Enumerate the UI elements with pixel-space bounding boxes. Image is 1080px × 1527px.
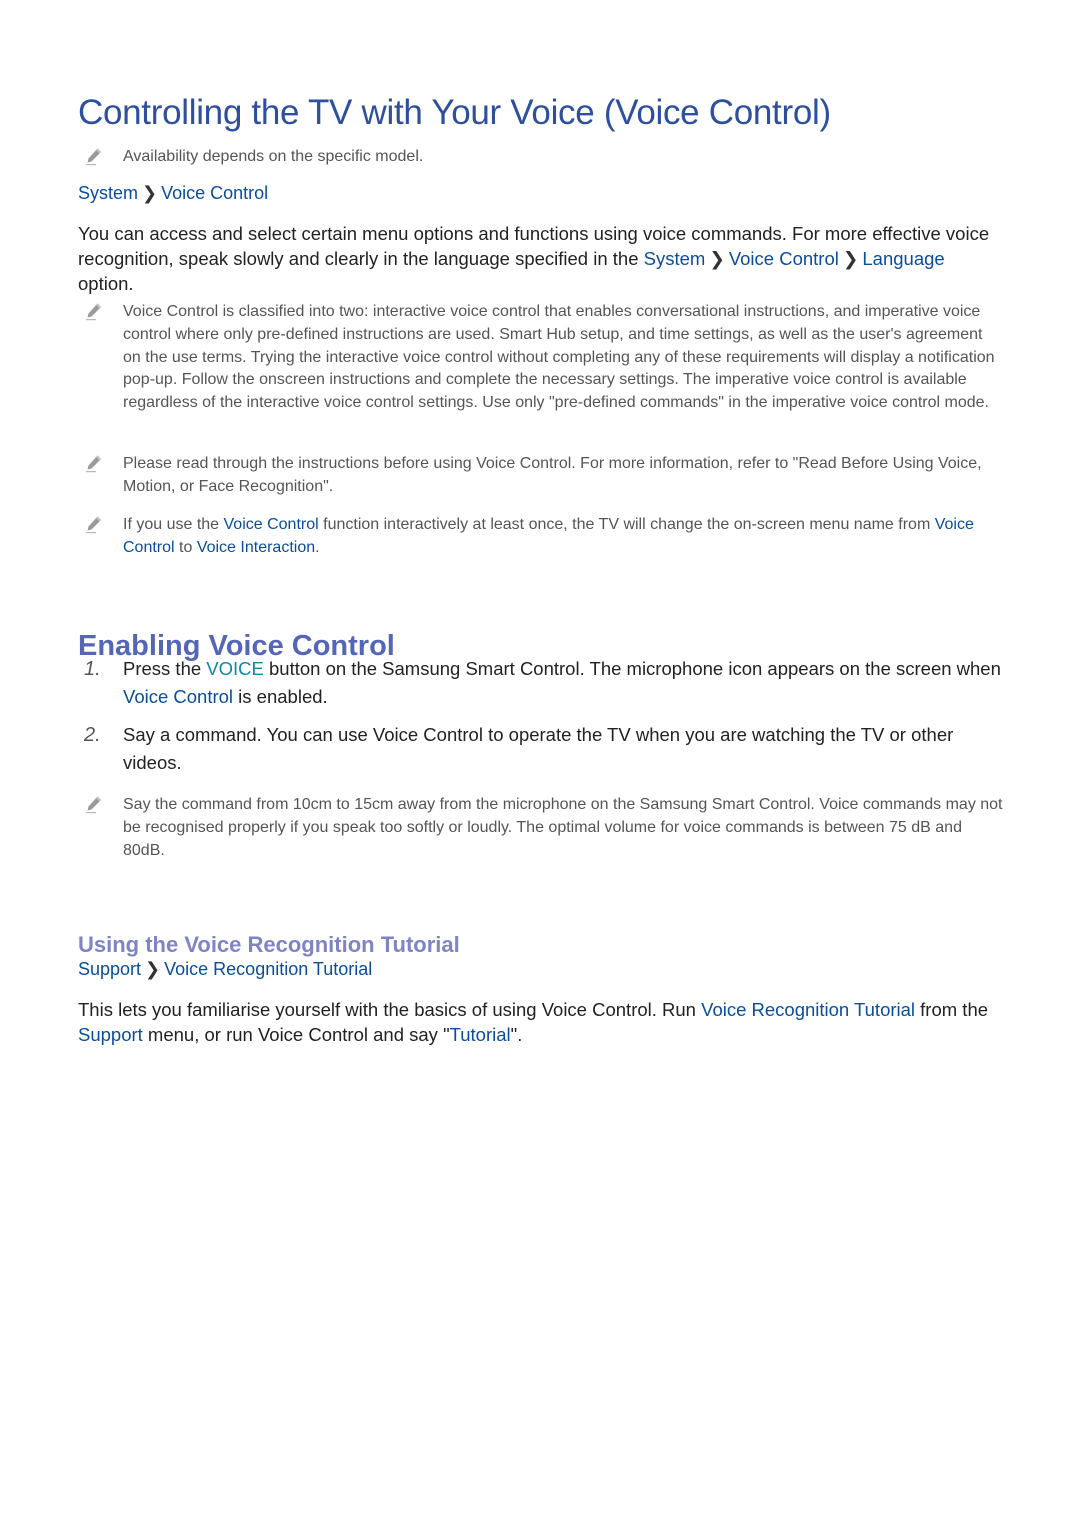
link-voice-interaction[interactable]: Voice Interaction <box>197 539 315 556</box>
step-1: 1. Press the VOICE button on the Samsung… <box>78 655 1003 711</box>
link-language[interactable]: Language <box>862 248 944 269</box>
note-text: If you use the Voice Control function in… <box>123 514 1003 560</box>
note-text: Please read through the instructions bef… <box>123 455 982 495</box>
link-voice-recognition-tutorial[interactable]: Voice Recognition Tutorial <box>701 999 915 1020</box>
tutorial-text: from the <box>915 998 989 1020</box>
step-number: 1. <box>84 658 101 680</box>
breadcrumb-support[interactable]: Support <box>78 959 141 979</box>
tutorial-text: menu, or run Voice Control and say " <box>142 1023 450 1045</box>
step-text: Press the VOICE button on the Samsung Sm… <box>123 655 1003 711</box>
keyword-voice-button: VOICE <box>206 658 264 679</box>
step-2: 2. Say a command. You can use Voice Cont… <box>78 721 1003 777</box>
section-heading-tutorial: Using the Voice Recognition Tutorial <box>78 932 460 957</box>
pencil-note-icon <box>84 301 104 321</box>
note-text-part: If you use the <box>123 516 224 533</box>
step-text-part: Press the <box>123 658 207 679</box>
link-system[interactable]: System <box>644 248 706 269</box>
chevron-right-icon: ❯ <box>842 247 859 269</box>
note-read-before: Please read through the instructions bef… <box>78 453 1003 499</box>
intro-paragraph: You can access and select certain menu o… <box>78 221 1003 297</box>
tutorial-text: This lets you familiarise yourself with … <box>78 998 702 1020</box>
step-text: Say a command. You can use Voice Control… <box>123 724 954 773</box>
chevron-right-icon: ❯ <box>142 183 158 203</box>
pencil-note-icon <box>84 453 104 473</box>
note-text: Availability depends on the specific mod… <box>123 148 424 165</box>
breadcrumb-voice-recognition-tutorial[interactable]: Voice Recognition Tutorial <box>164 959 372 979</box>
tutorial-paragraph: This lets you familiarise yourself with … <box>78 997 1003 1048</box>
note-interactive: If you use the Voice Control function in… <box>78 514 1003 560</box>
chevron-right-icon: ❯ <box>145 959 161 979</box>
step-number: 2. <box>84 724 101 746</box>
breadcrumb-support-tutorial: Support ❯ Voice Recognition Tutorial <box>78 959 372 980</box>
note-classified: Voice Control is classified into two: in… <box>78 301 1003 415</box>
note-availability: Availability depends on the specific mod… <box>78 146 1003 169</box>
page-title: Controlling the TV with Your Voice (Voic… <box>78 93 831 133</box>
note-text-part: to <box>174 538 197 556</box>
pencil-note-icon <box>84 146 104 166</box>
chevron-right-icon: ❯ <box>709 247 725 269</box>
breadcrumb-voice-control[interactable]: Voice Control <box>161 183 268 203</box>
note-text: Voice Control is classified into two: in… <box>123 303 995 412</box>
link-voice-control[interactable]: Voice Control <box>123 686 233 707</box>
note-distance: Say the command from 10cm to 15cm away f… <box>78 794 1003 862</box>
step-text-part: is enabled. <box>233 686 328 707</box>
note-text-part: function interactively at least once, th… <box>318 516 935 533</box>
pencil-note-icon <box>84 514 104 534</box>
note-text: Say the command from 10cm to 15cm away f… <box>123 796 1003 859</box>
tutorial-text: ". <box>510 1023 523 1045</box>
note-text-part: . <box>315 538 320 556</box>
step-text-part: button on the Samsung Smart Control. The… <box>263 658 1001 679</box>
breadcrumb-system[interactable]: System <box>78 183 138 203</box>
breadcrumb-system-voice-control: System ❯ Voice Control <box>78 183 268 204</box>
link-tutorial[interactable]: Tutorial <box>450 1024 511 1045</box>
intro-text-end: option. <box>78 273 134 295</box>
link-voice-control[interactable]: Voice Control <box>224 516 319 533</box>
pencil-note-icon <box>84 794 104 814</box>
link-voice-control[interactable]: Voice Control <box>729 248 839 269</box>
link-support[interactable]: Support <box>78 1024 143 1045</box>
